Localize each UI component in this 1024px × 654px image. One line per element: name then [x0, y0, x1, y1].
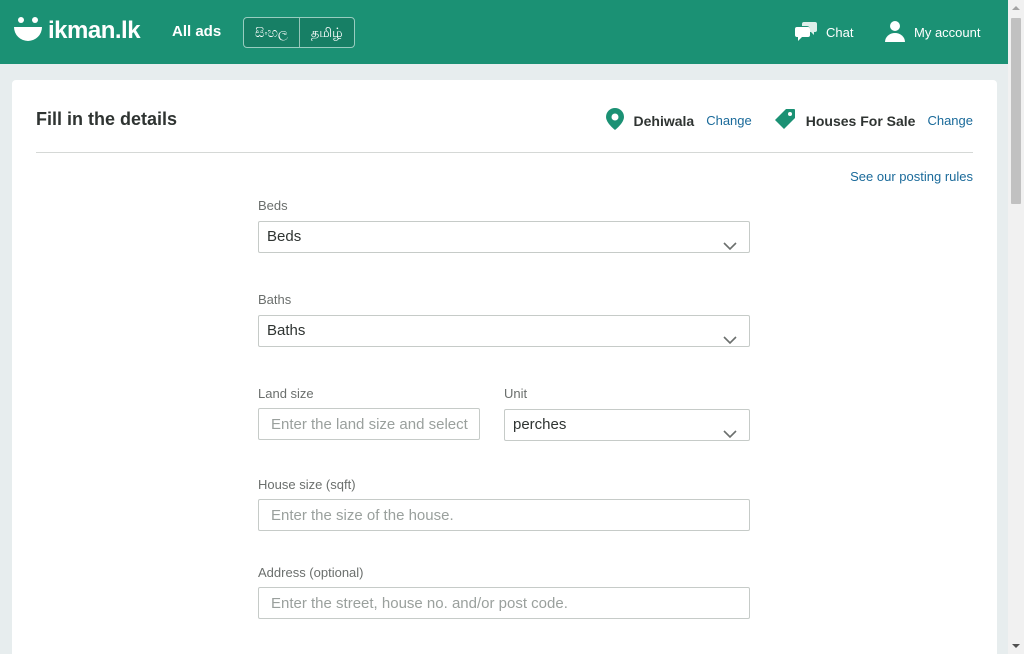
language-switcher: සිංහල தமிழ் — [243, 17, 355, 48]
site-logo[interactable]: ikman.lk — [12, 14, 141, 48]
land-size-input[interactable] — [258, 408, 480, 440]
address-label: Address (optional) — [258, 565, 364, 580]
unit-label: Unit — [504, 386, 528, 401]
top-navbar: ikman.lk All ads සිංහල தமிழ் Chat My acc… — [0, 0, 1008, 64]
house-size-input[interactable] — [258, 499, 750, 531]
unit-selected-value: perches — [513, 416, 567, 433]
posting-rules-link[interactable]: See our posting rules — [850, 169, 973, 184]
change-location-link[interactable]: Change — [706, 113, 752, 128]
chevron-down-icon — [723, 420, 737, 450]
page-title: Fill in the details — [36, 109, 178, 129]
tag-icon — [774, 108, 796, 133]
beds-select[interactable]: Beds — [258, 221, 750, 253]
baths-selected-value: Baths — [267, 322, 306, 339]
chat-link[interactable]: Chat — [794, 20, 853, 45]
address-input[interactable] — [258, 587, 750, 619]
change-category-link[interactable]: Change — [927, 113, 973, 128]
baths-select[interactable]: Baths — [258, 315, 750, 347]
chat-bubble-icon — [794, 20, 826, 45]
user-icon — [884, 20, 914, 45]
my-account-label: My account — [914, 25, 981, 40]
category-name: Houses For Sale — [805, 112, 916, 129]
location-name: Dehiwala — [633, 112, 695, 129]
beds-label: Beds — [258, 198, 288, 213]
logo-text: ikman.lk — [48, 17, 141, 44]
header-divider — [36, 152, 973, 153]
house-size-label: House size (sqft) — [258, 477, 356, 492]
all-ads-link[interactable]: All ads — [172, 23, 221, 40]
ad-context-bar: Dehiwala Change Houses For Sale Change — [605, 108, 973, 133]
language-tamil-button[interactable]: தமிழ் — [298, 18, 354, 47]
chevron-down-icon — [723, 232, 737, 262]
details-form-card: Fill in the details Dehiwala Change Hous… — [12, 80, 997, 654]
baths-label: Baths — [258, 292, 292, 307]
unit-select[interactable]: perches — [504, 409, 750, 441]
location-pin-icon — [605, 108, 624, 133]
my-account-link[interactable]: My account — [884, 20, 980, 45]
chevron-down-icon — [723, 326, 737, 356]
beds-selected-value: Beds — [267, 228, 302, 245]
scroll-up-arrow-icon[interactable] — [1008, 0, 1024, 16]
logo-smiley-icon — [12, 15, 44, 47]
scrollbar-thumb[interactable] — [1011, 18, 1021, 204]
land-size-label: Land size — [258, 386, 314, 401]
language-sinhala-button[interactable]: සිංහල — [244, 18, 299, 47]
scroll-down-arrow-icon[interactable] — [1008, 638, 1024, 654]
page-scrollbar[interactable] — [1008, 0, 1024, 654]
chat-label: Chat — [826, 25, 854, 40]
